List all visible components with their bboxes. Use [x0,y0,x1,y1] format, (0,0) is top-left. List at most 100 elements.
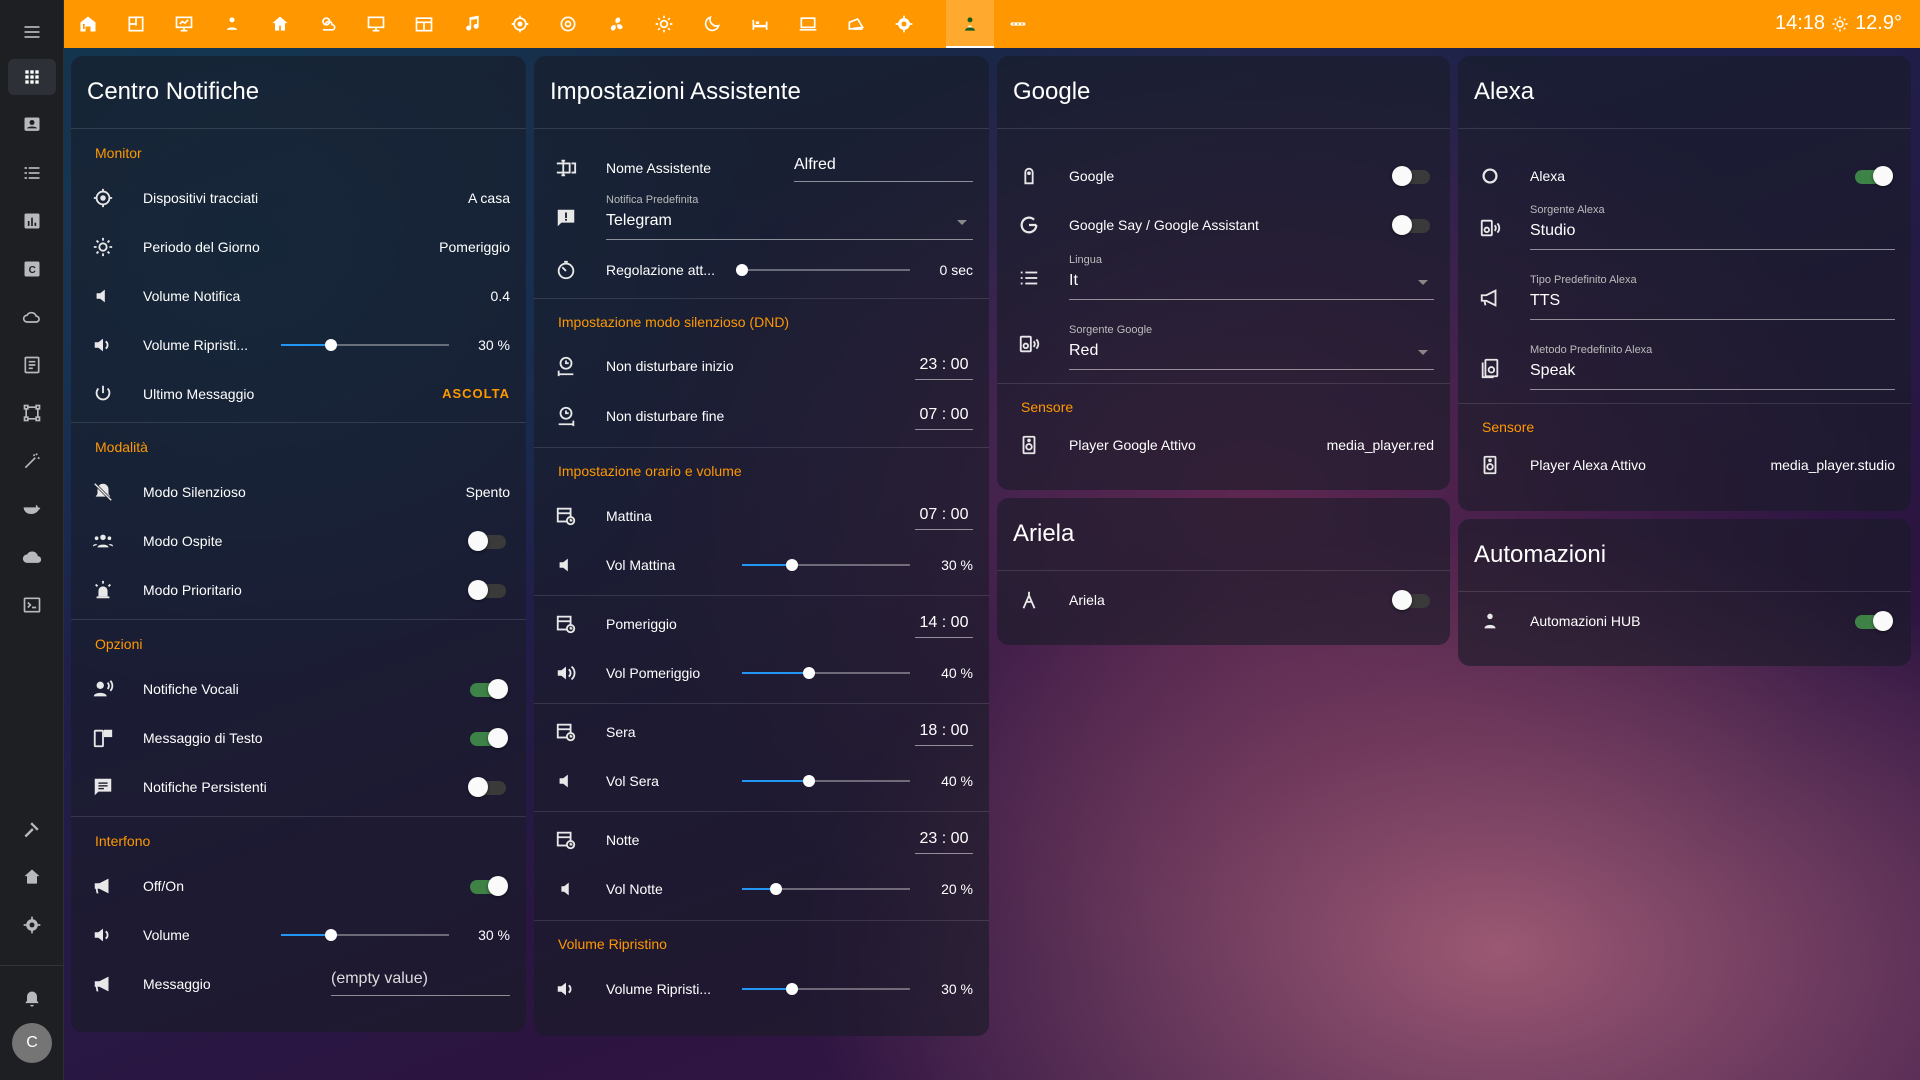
ariela-toggle[interactable] [1392,590,1430,610]
row-label: Vol Notte [606,881,663,897]
interfono-volume-slider[interactable] [281,915,449,955]
dnd-fine-time-input[interactable]: 07 : 00 [915,402,973,430]
automazioni-hub-toggle[interactable] [1855,611,1893,631]
vol-notte-slider[interactable] [742,869,910,909]
notifica-predefinita-select[interactable]: Notifica Predefinita Telegram [606,194,973,240]
laptop-icon[interactable] [784,0,832,48]
sorgente-alexa-select[interactable]: Sorgente Alexa Studio [1530,204,1895,250]
sidebar-item-overview[interactable] [0,53,64,101]
sidebar-item-cloud-sync[interactable] [0,293,64,341]
row-player-google[interactable]: Player Google Attivo media_player.red [997,425,1450,465]
crosshairs-icon[interactable] [496,0,544,48]
cog-icon[interactable] [880,0,928,48]
divider [997,383,1450,384]
car-icon[interactable] [832,0,880,48]
ellipsis-icon[interactable] [994,0,1042,48]
divider [534,595,989,596]
section-header-modalita: Modalità [95,439,148,455]
google-toggle[interactable] [1392,166,1430,186]
dnd-inizio-time-input[interactable]: 23 : 00 [915,352,973,380]
volume-slider[interactable] [281,325,449,365]
sidebar-item-cloud[interactable] [0,533,64,581]
menu-icon[interactable] [0,8,64,56]
row-player-alexa[interactable]: Player Alexa Attivo media_player.studio [1458,445,1911,485]
sidebar-item-vector[interactable] [0,389,64,437]
calendar-clock-icon [554,828,578,852]
floorplan-icon[interactable] [112,0,160,48]
tipo-alexa-select[interactable]: Tipo Predefinito Alexa TTS [1530,274,1895,320]
nome-assistente-input[interactable]: Alfred [794,150,973,182]
bed-icon[interactable] [736,0,784,48]
cellphone-message-icon [91,726,115,750]
message-alert-icon [554,206,578,230]
home-assistant-icon[interactable] [64,0,112,48]
volume-ripristino-slider[interactable] [742,969,910,1009]
row-label: Volume [143,927,190,943]
metodo-alexa-select[interactable]: Metodo Predefinito Alexa Speak [1530,344,1895,390]
sidebar-item-logbook[interactable] [0,149,64,197]
regolazione-slider[interactable] [736,250,910,290]
sidebar-item-docker[interactable] [0,485,64,533]
sidebar-item-developer-tools[interactable] [0,805,64,853]
sun-icon[interactable] [640,0,688,48]
row-label: Vol Sera [606,773,659,789]
row-volume-notifica[interactable]: Volume Notifica 0.4 [71,276,526,316]
modo-ospite-toggle[interactable] [468,531,506,551]
account-group-icon[interactable] [208,0,256,48]
calendar-clock-icon [554,504,578,528]
sidebar-item-history[interactable] [0,197,64,245]
house-icon[interactable] [256,0,304,48]
vol-pomeriggio-slider[interactable] [742,653,910,693]
modo-prioritario-toggle[interactable] [468,580,506,600]
row-label: Notifiche Persistenti [143,779,267,795]
sorgente-google-select[interactable]: Sorgente Google Red [1069,324,1434,370]
mattina-time-input[interactable]: 07 : 00 [915,502,973,530]
notifiche-vocali-toggle[interactable] [470,679,508,699]
google-icon [1017,213,1041,237]
messaggio-testo-toggle[interactable] [470,728,508,748]
vol-sera-slider[interactable] [742,761,910,801]
bell-icon[interactable] [0,975,64,1023]
pomeriggio-time-input[interactable]: 14 : 00 [915,610,973,638]
section-header-sensore: Sensore [1021,399,1074,415]
notte-time-input[interactable]: 23 : 00 [915,826,973,854]
music-icon[interactable] [448,0,496,48]
row-value: Pomeriggio [439,239,510,255]
row-periodo-del-giorno[interactable]: Periodo del Giorno Pomeriggio [71,227,526,267]
calendar-icon[interactable] [400,0,448,48]
bullhorn-icon [91,972,115,996]
calendar-clock-icon [554,720,578,744]
ascolta-button[interactable]: ASCOLTA [442,386,510,401]
sidebar-item-magic[interactable] [0,437,64,485]
tab-assistente[interactable] [946,0,994,48]
interfono-toggle[interactable] [470,876,508,896]
moon-icon[interactable] [688,0,736,48]
row-vol-pomeriggio: Vol Pomeriggio 40 % [534,653,989,693]
sidebar-item-supervisor[interactable] [0,853,64,901]
weather-icon[interactable] [304,0,352,48]
sidebar-item-hacs[interactable]: C [0,245,64,293]
desktop-icon[interactable] [352,0,400,48]
sidebar-item-profile[interactable] [0,101,64,149]
sidebar-item-notes[interactable] [0,341,64,389]
google-say-toggle[interactable] [1392,215,1430,235]
monitor-dashboard-icon[interactable] [160,0,208,48]
notifiche-persistenti-toggle[interactable] [468,777,506,797]
sera-time-input[interactable]: 18 : 00 [915,718,973,746]
volume-low-icon [554,553,578,577]
messaggio-input[interactable]: (empty value) [331,966,510,996]
row-dnd-fine: Non disturbare fine 07 : 00 [534,396,989,436]
robot-vacuum-icon[interactable] [544,0,592,48]
card-centro-notifiche: Centro Notifiche Monitor Dispositivi tra… [71,56,526,1032]
sidebar-item-terminal[interactable] [0,581,64,629]
row-dispositivi-tracciati[interactable]: Dispositivi tracciati A casa [71,178,526,218]
select-value: TTS [1530,292,1561,309]
card-alexa: Alexa Alexa Sorgente Alexa Studio Tipo P… [1458,56,1911,511]
avatar[interactable]: C [12,1023,52,1063]
row-modo-silenzioso[interactable]: Modo Silenzioso Spento [71,472,526,512]
alexa-toggle[interactable] [1855,166,1893,186]
vol-mattina-slider[interactable] [742,545,910,585]
fan-icon[interactable] [592,0,640,48]
lingua-select[interactable]: Lingua It [1069,254,1434,300]
sidebar-item-settings[interactable] [0,901,64,949]
